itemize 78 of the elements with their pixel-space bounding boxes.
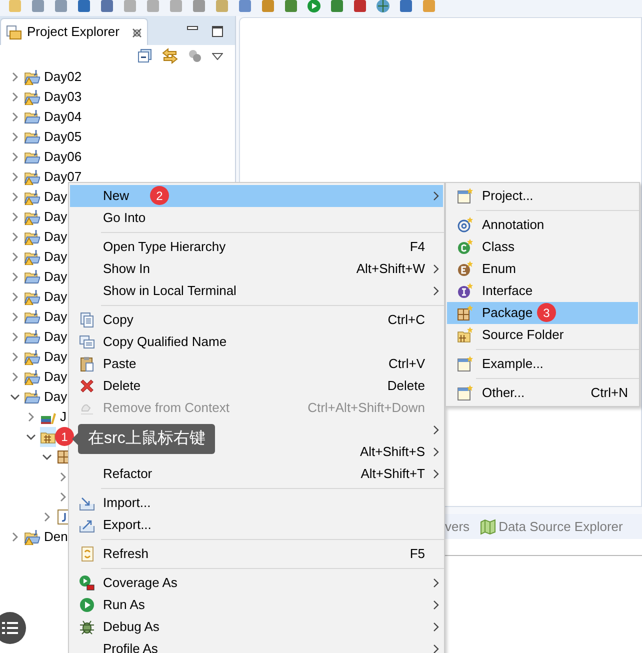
run-icon (78, 597, 94, 613)
tree-item-label[interactable]: Day (44, 327, 68, 347)
menu-item[interactable]: Export... (70, 514, 443, 536)
menu-item[interactable]: Refresh F5 (70, 543, 443, 565)
menu-item[interactable]: Coverage As (70, 572, 443, 594)
run-icon[interactable] (307, 0, 321, 13)
tree-item-label[interactable]: Day (44, 247, 68, 267)
link-arrows-icon[interactable] (162, 48, 178, 64)
tree-item-label[interactable]: Day (44, 187, 68, 207)
collapse-all-icon[interactable] (138, 49, 152, 63)
panel-tab[interactable]: vers (445, 516, 470, 536)
refresh-icon (78, 546, 94, 562)
tree-item-label[interactable]: Day03 (44, 87, 82, 107)
tree-item-label[interactable]: Day04 (44, 107, 82, 127)
menu-item[interactable]: Delete Delete (70, 375, 443, 397)
class-icon (456, 239, 472, 255)
tree-item-label[interactable]: Day (44, 367, 68, 387)
menu-item[interactable]: Debug As (70, 616, 443, 638)
view-title: Project Explorer (27, 23, 120, 42)
tree-item-label[interactable]: Den (44, 527, 68, 547)
tree-item-label[interactable]: Day (44, 287, 68, 307)
menu-item[interactable]: Interface (447, 280, 638, 302)
tree-item-label[interactable]: Day (44, 347, 68, 367)
panel-tab[interactable]: Data Source Explorer (480, 516, 623, 536)
maximize-icon[interactable] (212, 26, 223, 37)
delete-icon (78, 378, 94, 394)
menu-item[interactable]: Class (447, 236, 638, 258)
minimize-icon[interactable] (187, 26, 198, 31)
tree-item-label[interactable]: Day (44, 387, 68, 407)
step-badge: 3 (537, 303, 556, 322)
menu-item[interactable]: Source Folder (447, 324, 638, 346)
package-icon (456, 305, 472, 321)
menu-item[interactable]: Refactor Alt+Shift+T (70, 463, 443, 485)
globe-icon[interactable] (376, 0, 390, 13)
tree-item-label[interactable]: Day (44, 307, 68, 327)
menu-item[interactable]: Import... (70, 492, 443, 514)
menu-item[interactable]: Show In Alt+Shift+W (70, 258, 443, 280)
tree-item-label[interactable]: Day06 (44, 147, 82, 167)
menu-item[interactable]: Show in Local Terminal (70, 280, 443, 302)
menu-item[interactable]: Run As (70, 594, 443, 616)
source-folder-icon (456, 327, 472, 343)
menu-item[interactable]: Annotation (447, 214, 638, 236)
copy-icon (78, 312, 94, 328)
map-icon (480, 518, 496, 534)
step-badge: 2 (150, 186, 169, 205)
tree-item-label[interactable]: Day07 (44, 167, 82, 187)
menu-item[interactable]: Go Into (70, 207, 443, 229)
tree-item-label[interactable]: Day05 (44, 127, 82, 147)
new-window-icon (456, 356, 472, 372)
clipboard-icon (78, 356, 94, 372)
menu-item[interactable]: Copy Ctrl+C (70, 309, 443, 331)
menu-item[interactable]: Enum (447, 258, 638, 280)
new-window-icon (456, 188, 472, 204)
menu-item[interactable]: Example... (447, 353, 638, 375)
list-icon (2, 622, 18, 634)
view-menu-icon[interactable] (212, 52, 223, 60)
menu-item[interactable]: Copy Qualified Name (70, 331, 443, 353)
copy-icon (78, 334, 94, 350)
menu-item[interactable]: New 2 (70, 185, 443, 207)
import-icon (78, 495, 94, 511)
tree-item-label[interactable]: Day (44, 227, 68, 247)
enum-icon (456, 261, 472, 277)
tree-item-label[interactable]: Day02 (44, 67, 82, 87)
menu-item[interactable]: Package 3 (447, 302, 638, 324)
interface-icon (456, 283, 472, 299)
menu-item[interactable]: Other... Ctrl+N (447, 382, 638, 404)
tree-item-label[interactable]: Day (44, 267, 68, 287)
tooltip: 在src上鼠标右键 (78, 424, 216, 454)
new-window-icon (456, 385, 472, 401)
menu-item[interactable]: Paste Ctrl+V (70, 353, 443, 375)
close-icon[interactable] (132, 28, 142, 38)
menu-item[interactable]: Open Type Hierarchy F4 (70, 236, 443, 258)
tooltip-pointer (72, 433, 78, 445)
project-explorer-tab[interactable]: Project Explorer (0, 18, 148, 45)
tree-item-label[interactable]: Day (44, 207, 68, 227)
menu-item[interactable]: Project... (447, 185, 638, 207)
shortcut-text: Alt+Shift+S (360, 443, 426, 462)
tree-item-label[interactable]: J (60, 407, 66, 427)
